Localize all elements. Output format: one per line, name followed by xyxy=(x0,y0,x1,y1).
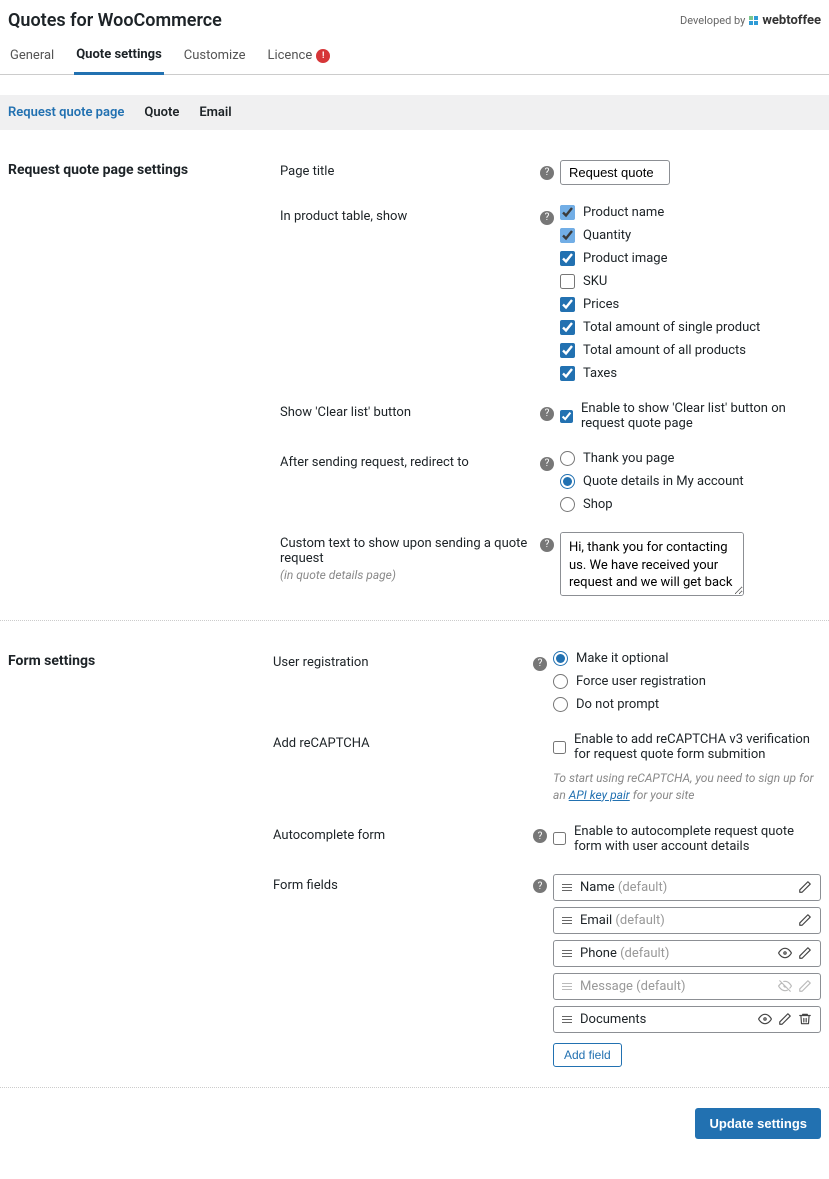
tab-general[interactable]: General xyxy=(8,39,56,74)
tab-licence[interactable]: Licence! xyxy=(265,39,332,74)
label-page-title: Page title xyxy=(280,160,540,179)
section-title-request-quote: Request quote page settings xyxy=(8,160,280,600)
custom-text-textarea[interactable] xyxy=(560,532,744,596)
checkbox-product-name[interactable] xyxy=(560,205,575,220)
label-recaptcha: Add reCAPTCHA xyxy=(273,732,533,751)
checkbox-total-amount-of-all-products[interactable] xyxy=(560,343,575,358)
page-title: Quotes for WooCommerce xyxy=(8,10,222,31)
api-key-link[interactable]: API key pair xyxy=(569,788,630,802)
radio-label: Thank you page xyxy=(583,451,674,466)
label-user-reg: User registration xyxy=(273,651,533,670)
checkbox-product-image[interactable] xyxy=(560,251,575,266)
webtoffee-logo: webtoffee xyxy=(749,13,821,28)
alert-icon: ! xyxy=(316,49,330,63)
clear-list-checkbox[interactable] xyxy=(560,409,573,424)
checkbox-label: Taxes xyxy=(583,366,617,381)
label-redirect: After sending request, redirect to xyxy=(280,451,540,470)
autocomplete-text: Enable to autocomplete request quote for… xyxy=(574,824,821,854)
form-field-item[interactable]: Name (default) xyxy=(553,874,821,901)
field-actions xyxy=(798,913,812,927)
form-field-item[interactable]: Email (default) xyxy=(553,907,821,934)
field-name: Email (default) xyxy=(580,913,790,928)
checkbox-label: Product name xyxy=(583,205,664,220)
radio-make-it-optional[interactable] xyxy=(553,651,568,666)
pencil-icon[interactable] xyxy=(798,946,812,960)
help-icon[interactable]: ? xyxy=(540,166,554,180)
developed-by: Developed by webtoffee xyxy=(680,13,821,28)
label-custom-text: Custom text to show upon sending a quote… xyxy=(280,532,540,582)
radio-do-not-prompt[interactable] xyxy=(553,697,568,712)
checkbox-label: SKU xyxy=(583,274,607,289)
checkbox-quantity[interactable] xyxy=(560,228,575,243)
help-icon[interactable]: ? xyxy=(533,657,547,671)
radio-label: Force user registration xyxy=(576,674,706,689)
checkbox-label: Product image xyxy=(583,251,668,266)
help-icon[interactable]: ? xyxy=(540,538,554,552)
autocomplete-checkbox[interactable] xyxy=(553,831,566,846)
radio-quote-details-in-my-account[interactable] xyxy=(560,474,575,489)
pencil-icon[interactable] xyxy=(798,979,812,993)
checkbox-taxes[interactable] xyxy=(560,366,575,381)
checkbox-label: Total amount of single product xyxy=(583,320,760,335)
checkbox-sku[interactable] xyxy=(560,274,575,289)
field-name: Phone (default) xyxy=(580,946,770,961)
update-settings-button[interactable]: Update settings xyxy=(695,1108,821,1139)
form-field-item[interactable]: Phone (default) xyxy=(553,940,821,967)
form-field-item[interactable]: Documents xyxy=(553,1006,821,1033)
radio-label: Make it optional xyxy=(576,651,669,666)
recaptcha-hint: To start using reCAPTCHA, you need to si… xyxy=(553,770,821,804)
field-name: Name (default) xyxy=(580,880,790,895)
radio-thank-you-page[interactable] xyxy=(560,451,575,466)
checkbox-label: Prices xyxy=(583,297,619,312)
checkbox-label: Total amount of all products xyxy=(583,343,746,358)
label-clear-list: Show 'Clear list' button xyxy=(280,401,540,420)
pencil-icon[interactable] xyxy=(798,880,812,894)
checkbox-total-amount-of-single-product[interactable] xyxy=(560,320,575,335)
radio-label: Shop xyxy=(583,497,613,512)
help-icon[interactable]: ? xyxy=(540,457,554,471)
help-icon[interactable]: ? xyxy=(533,879,547,893)
field-actions xyxy=(798,880,812,894)
radio-shop[interactable] xyxy=(560,497,575,512)
pencil-icon[interactable] xyxy=(798,913,812,927)
field-name: Message (default) xyxy=(580,979,770,994)
drag-icon[interactable] xyxy=(562,915,572,926)
drag-icon[interactable] xyxy=(562,981,572,992)
recaptcha-text: Enable to add reCAPTCHA v3 verification … xyxy=(574,732,821,762)
eye-icon[interactable] xyxy=(778,946,792,960)
sub-tabs: Request quote page Quote Email xyxy=(0,95,829,130)
help-icon[interactable]: ? xyxy=(533,829,547,843)
subtab-quote[interactable]: Quote xyxy=(144,95,179,130)
radio-force-user-registration[interactable] xyxy=(553,674,568,689)
help-icon[interactable]: ? xyxy=(540,407,554,421)
recaptcha-checkbox[interactable] xyxy=(553,740,566,755)
clear-list-text: Enable to show 'Clear list' button on re… xyxy=(581,401,821,431)
label-autocomplete: Autocomplete form xyxy=(273,824,533,843)
page-title-input[interactable] xyxy=(560,160,670,185)
eye-off-icon[interactable] xyxy=(778,979,792,993)
tab-quote-settings[interactable]: Quote settings xyxy=(74,39,164,75)
label-form-fields: Form fields xyxy=(273,874,533,893)
form-field-item[interactable]: Message (default) xyxy=(553,973,821,1000)
radio-label: Quote details in My account xyxy=(583,474,744,489)
section-title-form: Form settings xyxy=(8,651,273,1067)
checkbox-prices[interactable] xyxy=(560,297,575,312)
field-actions xyxy=(778,946,812,960)
drag-icon[interactable] xyxy=(562,948,572,959)
main-tabs: General Quote settings Customize Licence! xyxy=(0,39,829,75)
field-actions xyxy=(778,979,812,993)
label-product-table: In product table, show xyxy=(280,205,540,224)
drag-icon[interactable] xyxy=(562,1014,572,1025)
radio-label: Do not prompt xyxy=(576,697,659,712)
add-field-button[interactable]: Add field xyxy=(553,1043,622,1067)
tab-customize[interactable]: Customize xyxy=(182,39,248,74)
help-icon[interactable]: ? xyxy=(540,211,554,225)
subtab-request-quote-page[interactable]: Request quote page xyxy=(8,95,124,130)
subtab-email[interactable]: Email xyxy=(199,95,231,130)
drag-icon[interactable] xyxy=(562,882,572,893)
checkbox-label: Quantity xyxy=(583,228,631,243)
field-name: Documents xyxy=(580,1012,750,1027)
